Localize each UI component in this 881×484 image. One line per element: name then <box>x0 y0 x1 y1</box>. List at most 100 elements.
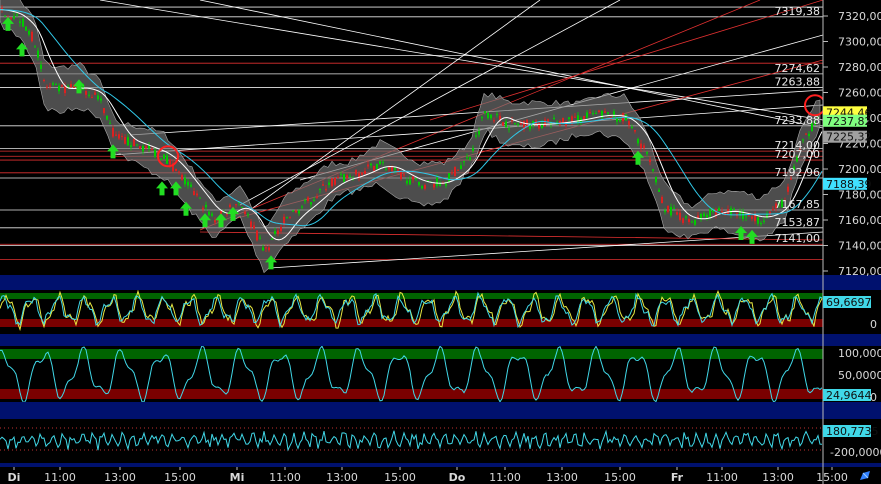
candle-body <box>460 165 462 169</box>
candle-body <box>97 95 99 100</box>
candle-body <box>247 214 249 216</box>
time-tick-label: 15:00 <box>164 471 196 484</box>
time-tick-label: 13:00 <box>546 471 578 484</box>
candle-body <box>196 193 198 196</box>
candle-body <box>718 208 720 211</box>
candle-body <box>208 211 210 216</box>
candle-body <box>592 113 594 115</box>
candle-body <box>262 247 264 251</box>
candle-body <box>133 139 135 147</box>
time-tick-label: 15:00 <box>604 471 636 484</box>
candle-body <box>142 145 144 152</box>
candle-body <box>511 120 513 122</box>
trendline <box>99 0 823 121</box>
candle-body <box>364 170 366 175</box>
candle-body <box>205 204 207 208</box>
candle-body <box>127 137 129 146</box>
panel-separator <box>0 402 881 419</box>
candle-body <box>43 80 45 82</box>
candle-body <box>667 205 669 213</box>
candle-body <box>565 123 567 126</box>
candle-body <box>805 133 807 135</box>
candle-body <box>10 17 12 19</box>
candle-body <box>451 172 453 174</box>
candle-body <box>466 157 468 159</box>
candle-body <box>679 212 681 220</box>
candle-body <box>310 202 312 205</box>
candle-body <box>298 210 300 214</box>
osc1-lower-band <box>0 319 823 327</box>
level-label: 7274,62 <box>775 62 821 75</box>
price-tag-label: 7225,32 <box>826 131 872 144</box>
candle-body <box>664 210 666 212</box>
price-tag-label: 7237,82 <box>826 115 872 128</box>
panel-separator <box>0 334 881 346</box>
candle-body <box>259 237 261 239</box>
candle-body <box>115 134 117 136</box>
candle-body <box>376 163 378 169</box>
candle-body <box>808 133 810 137</box>
osc2-lower-band <box>0 389 823 399</box>
price-tag-label: 7188,39 <box>826 178 872 191</box>
candle-body <box>70 84 72 88</box>
axis-tick-label: 7320,00 <box>838 10 881 23</box>
candle-body <box>637 138 639 144</box>
candle-body <box>604 111 606 113</box>
axis-tick-label: 7140,00 <box>838 240 881 253</box>
osc-axis-label: 50,0000 <box>838 369 881 382</box>
candle-body <box>406 180 408 184</box>
candle-body <box>496 114 498 116</box>
candle-body <box>652 169 654 171</box>
pen-icon[interactable] <box>860 471 870 480</box>
candle-body <box>22 18 24 27</box>
candle-body <box>595 112 597 114</box>
time-tick-label: 13:00 <box>104 471 136 484</box>
candle-body <box>49 85 51 87</box>
candle-body <box>118 134 120 139</box>
candle-body <box>445 183 447 186</box>
candle-body <box>745 216 747 218</box>
candle-body <box>538 122 540 129</box>
candle-body <box>100 98 102 101</box>
candle-body <box>139 146 141 149</box>
candle-body <box>646 152 648 154</box>
axis-tick-label: 7260,00 <box>838 87 881 100</box>
candle-body <box>250 221 252 228</box>
level-label: 7141,00 <box>775 232 821 245</box>
time-tick-label: 11:00 <box>269 471 301 484</box>
oscillator-2-panel[interactable] <box>0 346 823 404</box>
candle-body <box>34 46 36 48</box>
candle-body <box>103 108 105 114</box>
candle-body <box>670 206 672 216</box>
candle-body <box>193 191 195 196</box>
candle-body <box>757 217 759 224</box>
candle-body <box>733 208 735 210</box>
candle-body <box>280 226 282 232</box>
candle-body <box>58 85 60 92</box>
level-label: 7207,00 <box>775 148 821 161</box>
axis-tick-label: 7120,00 <box>838 265 881 278</box>
candle-body <box>709 209 711 217</box>
candle-body <box>343 174 345 182</box>
candle-body <box>379 161 381 165</box>
oscillator-1-panel[interactable] <box>0 290 823 332</box>
osc1-upper-band <box>0 293 823 299</box>
candle-body <box>517 124 519 126</box>
osc-axis-label: 24,9644 <box>826 389 872 402</box>
osc-axis-label: 0 <box>870 318 877 331</box>
candle-body <box>331 178 333 187</box>
candle-body <box>520 122 522 125</box>
candle-body <box>493 120 495 122</box>
candle-body <box>241 206 243 208</box>
candle-body <box>658 189 660 192</box>
osc-axis-label: 180,7735 <box>826 425 879 438</box>
candle-body <box>415 178 417 180</box>
candle-body <box>130 145 132 148</box>
candle-body <box>91 97 93 99</box>
candle-body <box>373 166 375 171</box>
candle-body <box>685 216 687 218</box>
osc-axis-label: 69,6697 <box>826 296 872 309</box>
candle-body <box>598 110 600 113</box>
oscillator-3-panel[interactable] <box>0 427 823 452</box>
price-panel[interactable] <box>0 0 825 274</box>
